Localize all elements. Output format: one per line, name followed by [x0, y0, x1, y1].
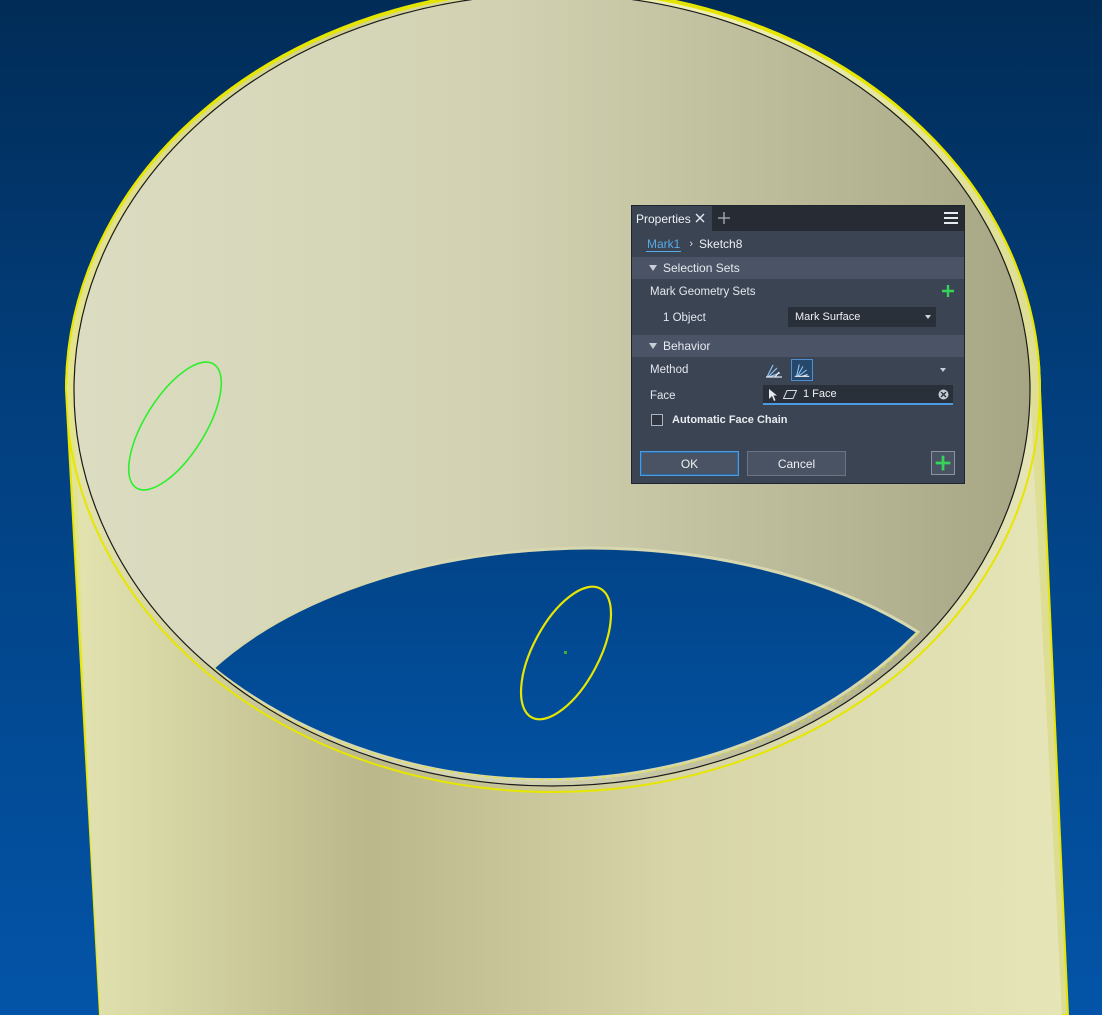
selection-set-row: 1 Object Mark Surface [632, 305, 964, 331]
method-wrap-icon[interactable] [763, 359, 785, 381]
tab-properties[interactable]: Properties [632, 206, 712, 231]
3d-viewport[interactable] [0, 0, 1102, 1015]
add-tab-icon[interactable] [717, 211, 731, 225]
face-row: Face 1 Face [632, 383, 964, 409]
section-behavior[interactable]: Behavior [632, 335, 964, 357]
section-selection-sets[interactable]: Selection Sets [632, 257, 964, 279]
cancel-button[interactable]: Cancel [747, 451, 846, 476]
tab-properties-label: Properties [636, 211, 691, 226]
method-row: Method [632, 357, 964, 383]
collapse-triangle-icon [649, 343, 657, 349]
sketch-center-point[interactable] [564, 651, 567, 654]
mark-geometry-sets-label: Mark Geometry Sets [650, 286, 756, 298]
face-label: Face [650, 390, 676, 402]
mark-surface-dropdown[interactable]: Mark Surface [788, 307, 936, 327]
section-selection-sets-title: Selection Sets [663, 261, 740, 275]
menu-icon[interactable] [944, 212, 958, 225]
clear-selection-icon[interactable] [938, 389, 949, 400]
ok-button[interactable]: OK [640, 451, 739, 476]
method-dropdown-arrow-icon[interactable] [940, 368, 946, 372]
properties-panel: Properties Mark1 › Sketch8 Selection Set… [631, 205, 965, 484]
face-selector[interactable]: 1 Face [763, 385, 953, 405]
auto-face-chain-row: Automatic Face Chain [632, 409, 964, 433]
breadcrumb-current: Sketch8 [699, 237, 743, 251]
panel-tabbar: Properties [632, 206, 964, 231]
automatic-face-chain-checkbox[interactable] [651, 414, 663, 426]
mark-geometry-sets-row: Mark Geometry Sets [632, 279, 964, 305]
object-count-label: 1 Object [663, 312, 706, 324]
face-icon [783, 390, 797, 399]
chevron-right-icon: › [689, 238, 694, 250]
chevron-down-icon [925, 315, 931, 319]
apply-plus-icon[interactable] [931, 451, 955, 475]
close-icon[interactable] [694, 212, 706, 224]
breadcrumb-parent-link[interactable]: Mark1 [646, 237, 682, 252]
face-selector-value: 1 Face [803, 388, 837, 400]
collapse-triangle-icon [649, 265, 657, 271]
method-label: Method [650, 364, 689, 376]
section-behavior-title: Behavior [663, 339, 711, 353]
breadcrumb: Mark1 › Sketch8 [632, 231, 964, 257]
cursor-arrow-icon [769, 389, 777, 401]
add-selection-set-icon[interactable] [942, 285, 954, 297]
method-project-icon[interactable] [791, 359, 813, 381]
mark-surface-dropdown-value: Mark Surface [795, 311, 861, 323]
automatic-face-chain-label: Automatic Face Chain [672, 414, 788, 426]
